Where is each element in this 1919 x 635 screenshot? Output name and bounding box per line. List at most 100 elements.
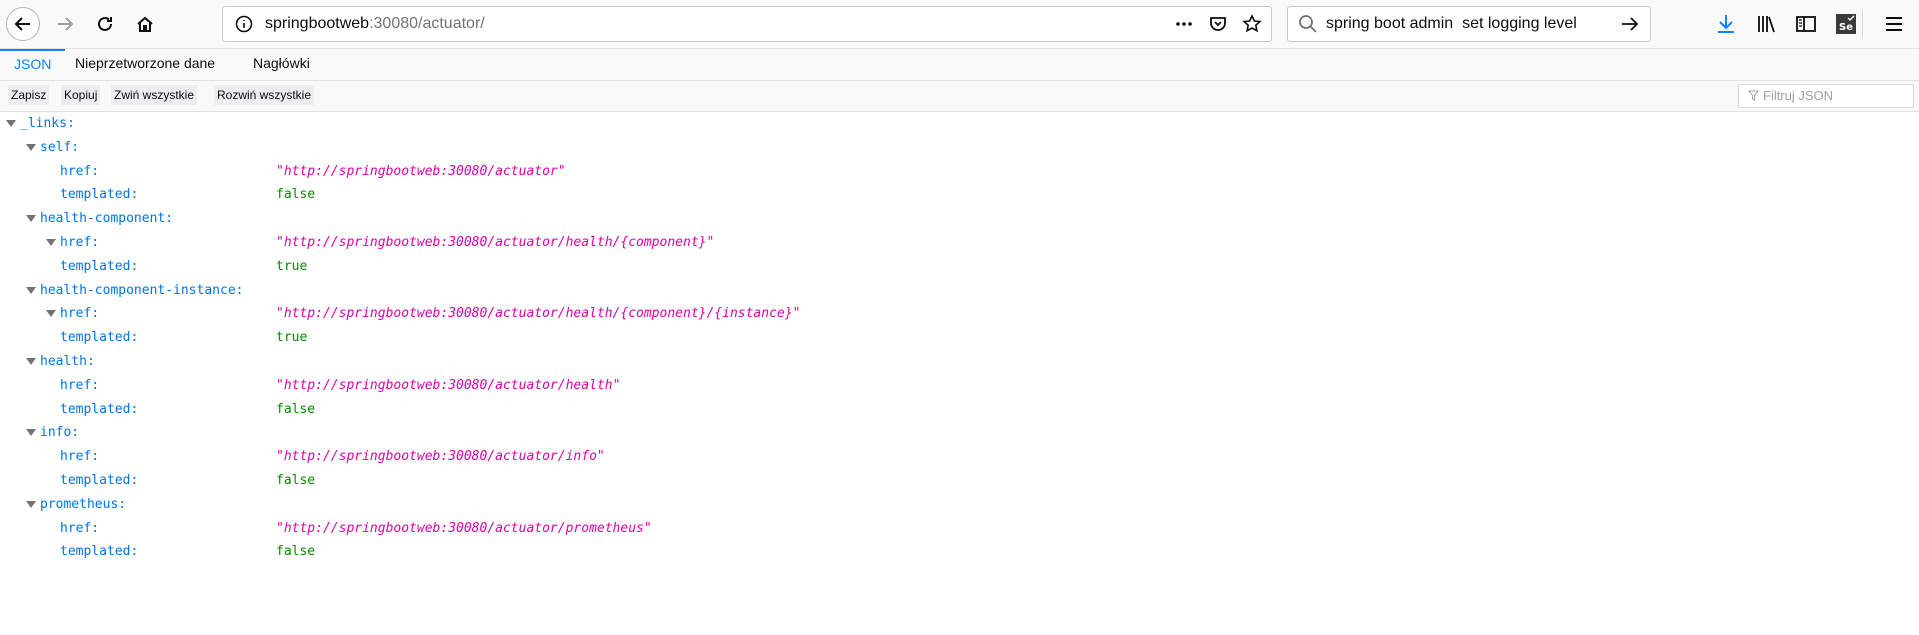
json-string-value: "http://springbootweb:30080/actuator/hea… xyxy=(276,377,621,393)
tab-raw-data[interactable]: Nieprzetworzone dane xyxy=(61,49,229,78)
home-button[interactable] xyxy=(128,7,162,41)
expand-toggle-icon[interactable] xyxy=(26,286,36,294)
pocket-button[interactable] xyxy=(1207,13,1229,35)
json-boolean-value: true xyxy=(276,330,308,346)
tree-row-group[interactable]: info: xyxy=(0,422,1919,446)
search-input[interactable]: spring boot admin set logging level xyxy=(1326,15,1577,33)
json-key: templated: xyxy=(60,258,139,274)
json-tree: _links: self: href: "http://springbootwe… xyxy=(0,113,1919,565)
url-path: :30080/actuator/ xyxy=(369,15,485,32)
url-bar[interactable]: springbootweb:30080/actuator/ xyxy=(222,6,1272,42)
search-go-icon[interactable] xyxy=(1620,14,1640,34)
sidebar-icon xyxy=(1796,16,1816,32)
expand-toggle-icon[interactable] xyxy=(26,500,36,508)
forward-button[interactable] xyxy=(48,7,82,41)
back-button[interactable] xyxy=(6,7,40,41)
json-key: templated: xyxy=(60,544,139,560)
json-key: href: xyxy=(60,234,100,250)
json-key: self: xyxy=(40,139,80,155)
selenium-ide-icon: Se xyxy=(1836,14,1856,34)
toolbar-separator xyxy=(1862,10,1863,38)
save-button[interactable]: Zapisz xyxy=(8,85,50,105)
sidebar-button[interactable] xyxy=(1794,12,1818,36)
tree-row-group[interactable]: health-component-instance: xyxy=(0,280,1919,304)
reload-icon xyxy=(98,16,112,31)
href-value: http://springbootweb:30080/actuator/info xyxy=(283,449,597,465)
json-boolean-value: false xyxy=(276,472,316,488)
json-key: templated: xyxy=(60,401,139,417)
filter-json-input[interactable] xyxy=(1763,87,1908,103)
tab-headers[interactable]: Nagłówki xyxy=(239,49,324,78)
json-key: health-component-instance: xyxy=(40,282,244,298)
json-key: href: xyxy=(60,377,100,393)
json-boolean-value: true xyxy=(276,258,308,274)
json-boolean-value: false xyxy=(276,187,316,203)
svg-text:Se: Se xyxy=(1839,22,1853,33)
expand-toggle-icon[interactable] xyxy=(26,143,36,151)
tree-row-templated[interactable]: templated: false xyxy=(0,399,1919,423)
href-value: http://springbootweb:30080/actuator/heal… xyxy=(283,306,793,322)
search-bar[interactable]: spring boot admin set logging level xyxy=(1287,6,1651,42)
tree-row-href[interactable]: href: "http://springbootweb:30080/actuat… xyxy=(0,518,1919,542)
expand-toggle-icon[interactable] xyxy=(46,310,56,318)
tree-row-href[interactable]: href: "http://springbootweb:30080/actuat… xyxy=(0,161,1919,185)
expand-toggle-icon[interactable] xyxy=(26,215,36,223)
json-key: href: xyxy=(60,449,100,465)
tree-row-group[interactable]: health: xyxy=(0,351,1919,375)
tree-row-templated[interactable]: templated: false xyxy=(0,184,1919,208)
filter-icon xyxy=(1748,90,1759,101)
json-string-value: "http://springbootweb:30080/actuator/hea… xyxy=(276,234,715,250)
href-value: http://springbootweb:30080/actuator/heal… xyxy=(283,377,613,393)
copy-button[interactable]: Kopiuj xyxy=(61,85,101,105)
json-key: href: xyxy=(60,163,100,179)
json-key: templated: xyxy=(60,187,139,203)
more-actions-button[interactable] xyxy=(1173,13,1195,35)
json-boolean-value: false xyxy=(276,544,316,560)
downloads-button[interactable] xyxy=(1714,12,1738,36)
tree-row-group[interactable]: self: xyxy=(0,137,1919,161)
info-icon[interactable] xyxy=(235,15,253,33)
json-key: health: xyxy=(40,353,95,369)
json-key: health-component: xyxy=(40,211,174,227)
tree-row-href[interactable]: href: "http://springbootweb:30080/actuat… xyxy=(0,232,1919,256)
collapse-all-button[interactable]: Zwiń wszystkie xyxy=(111,85,198,105)
tree-row-group[interactable]: health-component: xyxy=(0,208,1919,232)
tree-row-href[interactable]: href: "http://springbootweb:30080/actuat… xyxy=(0,303,1919,327)
library-icon xyxy=(1758,16,1775,33)
expand-toggle-icon[interactable] xyxy=(26,429,36,437)
download-icon xyxy=(1718,15,1734,33)
menu-button[interactable] xyxy=(1882,12,1906,36)
tree-row-href[interactable]: href: "http://springbootweb:30080/actuat… xyxy=(0,446,1919,470)
tree-row-group[interactable]: prometheus: xyxy=(0,494,1919,518)
selenium-ide-button[interactable]: Se xyxy=(1834,12,1858,36)
pocket-icon xyxy=(1210,17,1226,31)
url-text[interactable]: springbootweb:30080/actuator/ xyxy=(265,15,485,33)
tree-row-root[interactable]: _links: xyxy=(0,113,1919,137)
json-key: href: xyxy=(60,520,100,536)
expand-toggle-icon[interactable] xyxy=(6,120,16,127)
forward-arrow-icon xyxy=(58,17,74,31)
expand-toggle-icon[interactable] xyxy=(46,238,56,246)
more-actions-icon xyxy=(1176,22,1192,26)
tree-row-href[interactable]: href: "http://springbootweb:30080/actuat… xyxy=(0,375,1919,399)
json-string-value: "http://springbootweb:30080/actuator/pro… xyxy=(276,520,652,536)
browser-toolbar: springbootweb:30080/actuator/ spring boo… xyxy=(0,0,1919,49)
json-key: prometheus: xyxy=(40,496,127,512)
back-arrow-icon xyxy=(14,17,30,31)
json-boolean-value: false xyxy=(276,401,316,417)
tree-row-templated[interactable]: templated: false xyxy=(0,470,1919,494)
filter-json-field[interactable] xyxy=(1738,84,1914,108)
expand-all-button[interactable]: Rozwiń wszystkie xyxy=(214,85,315,105)
json-string-value: "http://springbootweb:30080/actuator/inf… xyxy=(276,449,605,465)
expand-toggle-icon[interactable] xyxy=(26,357,36,365)
tree-row-templated[interactable]: templated: true xyxy=(0,256,1919,280)
reload-button[interactable] xyxy=(88,7,122,41)
json-toolbar: Zapisz Kopiuj Zwiń wszystkie Rozwiń wszy… xyxy=(0,81,1919,112)
json-key: info: xyxy=(40,425,80,441)
bookmark-button[interactable] xyxy=(1241,13,1263,35)
tree-row-templated[interactable]: templated: true xyxy=(0,327,1919,351)
tab-json[interactable]: JSON xyxy=(0,49,66,80)
library-button[interactable] xyxy=(1754,12,1778,36)
tree-row-templated[interactable]: templated: false xyxy=(0,541,1919,565)
href-value: http://springbootweb:30080/actuator/prom… xyxy=(283,520,644,536)
